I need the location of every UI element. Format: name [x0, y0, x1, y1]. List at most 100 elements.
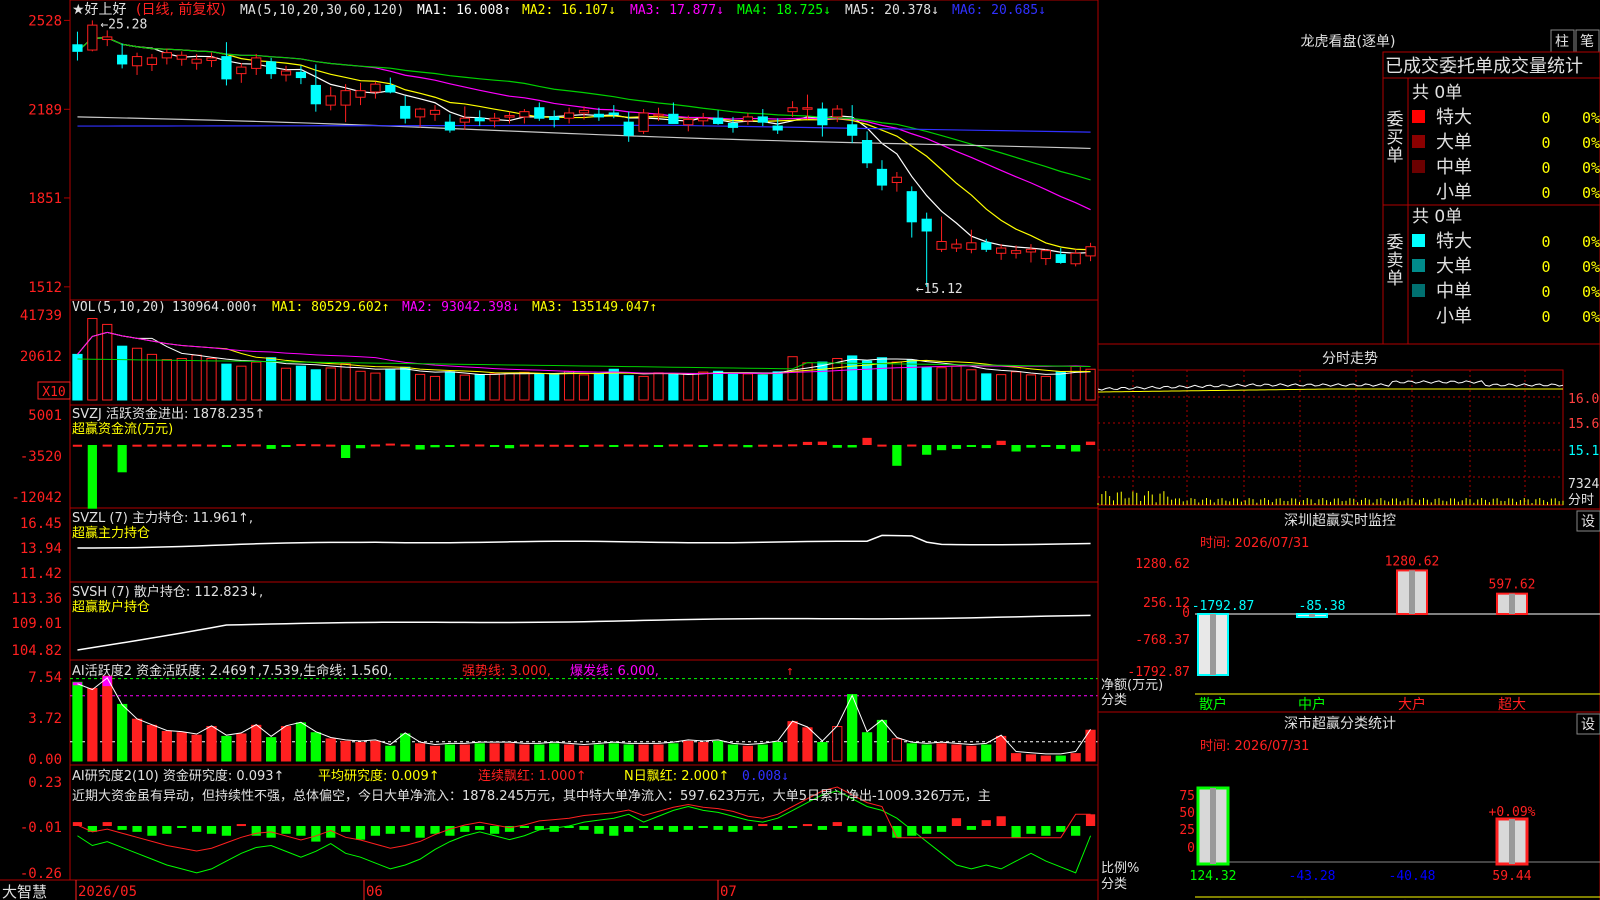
monitor-ytick: 25 — [1179, 823, 1195, 838]
candle — [266, 61, 277, 75]
volume-bar — [951, 365, 962, 401]
candle — [981, 242, 992, 250]
candle — [236, 66, 247, 75]
research-bar — [609, 826, 619, 836]
volume-bar — [385, 368, 396, 401]
stock-chart[interactable]: 2528 2189 1851 1512 ←25.28 ←15.12 ★好上好 (日线, 前复权… — [0, 0, 1600, 900]
volume-bar — [727, 372, 739, 401]
candle — [876, 168, 888, 186]
fund-flow-bar — [549, 444, 559, 447]
volume-bar — [966, 369, 977, 401]
volume-bar — [578, 374, 590, 401]
research-bar — [668, 826, 679, 832]
research-bar — [1071, 826, 1081, 836]
fund-flow-bar — [922, 445, 932, 455]
candle — [593, 113, 605, 118]
volume-bar — [1040, 375, 1051, 401]
research-bar — [430, 826, 440, 834]
candle — [683, 119, 694, 126]
candle — [370, 83, 381, 93]
candle — [861, 140, 873, 164]
svsh-sub: 超赢散户持仓 — [72, 599, 150, 615]
candle — [310, 84, 321, 105]
monitor-value: -85.38 — [1299, 599, 1346, 614]
y-tick-label: 109.01 — [11, 616, 62, 632]
volume-bar — [1085, 368, 1096, 401]
order-swatch — [1412, 309, 1425, 322]
intraday-vol-unit: 分时 — [1568, 493, 1594, 508]
research-bar — [653, 826, 664, 830]
fund-flow-bar — [236, 444, 246, 447]
activity-bar — [951, 744, 962, 762]
volume-bar — [355, 370, 366, 401]
y-tick-label: 13.94 — [20, 541, 62, 557]
volume-bar — [1025, 374, 1037, 401]
activity-bar — [876, 719, 888, 762]
research-bar — [281, 826, 291, 834]
order-percent: 0% — [1582, 109, 1600, 127]
volume-bar — [861, 360, 873, 401]
candle — [102, 36, 113, 41]
fund-flow-bar — [519, 444, 530, 447]
tick-mode-label: 笔 — [1580, 34, 1594, 50]
volume-bar — [608, 368, 619, 401]
monitor-ytick: 50 — [1179, 806, 1195, 821]
monitor-title: 深圳超赢实时监控 — [1284, 512, 1396, 529]
candle — [742, 116, 754, 122]
volume-bar — [191, 354, 202, 401]
research-bar — [996, 816, 1006, 826]
volume-bar — [519, 371, 530, 401]
volume-bar — [414, 373, 426, 401]
order-type-label: 中单 — [1436, 281, 1472, 302]
candle — [608, 112, 619, 115]
activity-bar — [117, 703, 128, 762]
volume-bar — [638, 375, 649, 401]
fund-flow-bar — [177, 444, 187, 447]
candle — [459, 117, 470, 123]
activity-bar — [72, 681, 83, 762]
order-count: 0 — [1541, 233, 1550, 251]
volume-bar — [340, 363, 351, 401]
monitor-value: -40.48 — [1389, 869, 1436, 884]
activity-bar — [906, 743, 917, 762]
research-bar — [966, 826, 976, 830]
panel-frame — [69, 0, 1099, 301]
research-bar — [877, 826, 887, 832]
activity-bar — [131, 718, 143, 762]
order-percent: 0% — [1582, 134, 1600, 152]
y-tick-label: 20612 — [20, 349, 62, 365]
order-swatch — [1412, 259, 1425, 272]
fund-flow-bar — [728, 444, 738, 447]
fund-flow-bar — [87, 445, 97, 509]
fund-flow-bar — [579, 445, 589, 447]
research-bar — [549, 826, 559, 832]
research-bar — [117, 826, 127, 830]
monitor-category: 中户 — [1298, 696, 1326, 713]
low-marker: ←15.12 — [916, 282, 963, 297]
fund-flow-bar — [489, 445, 500, 447]
research-bar — [1011, 826, 1021, 838]
y-tick-label: 2528 — [28, 13, 62, 29]
research-bar — [743, 826, 753, 830]
activity-bar — [489, 743, 500, 762]
candle — [623, 121, 634, 136]
stock-name: ★好上好 — [72, 2, 127, 18]
candle — [504, 115, 515, 118]
volume-bar — [1055, 371, 1066, 401]
research-bar — [787, 826, 798, 828]
research-bar — [147, 826, 157, 836]
fund-flow-bar — [609, 445, 619, 447]
candle — [891, 176, 902, 183]
fund-flow-bar — [326, 444, 336, 447]
volume-bar — [236, 365, 247, 401]
vol-value: 130964.000↑ — [172, 300, 258, 315]
date-label: 06 — [366, 884, 383, 900]
volume-bar — [712, 370, 724, 401]
ma-legend: MA1: 16.008↑ — [417, 3, 511, 18]
vol-ma3: MA3: 135149.047↑ — [532, 300, 657, 315]
research-bar — [1026, 826, 1036, 834]
candle — [385, 84, 396, 93]
y-tick-label: 5001 — [28, 408, 62, 424]
activity-bar — [370, 740, 381, 762]
fund-flow-bar — [266, 445, 276, 449]
